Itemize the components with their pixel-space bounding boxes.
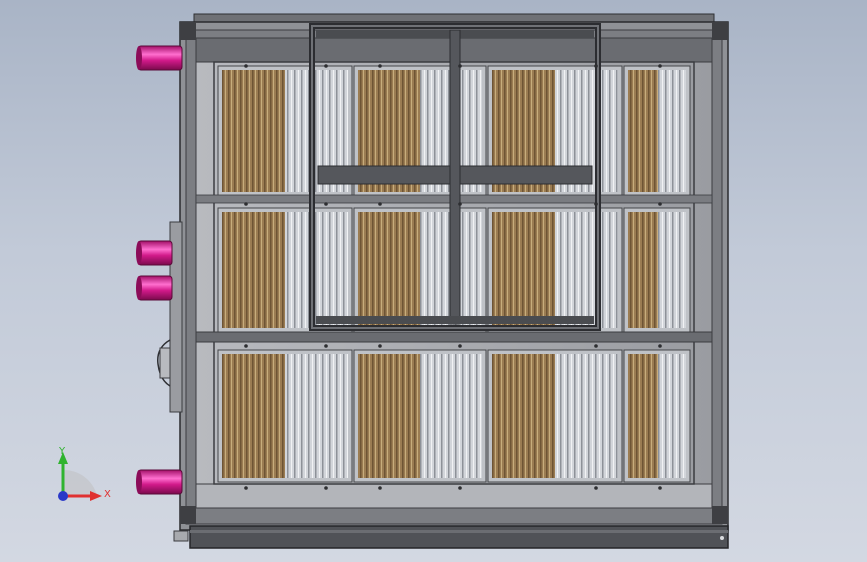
- rivet: [458, 202, 462, 206]
- coil-fins-aluminum: [658, 212, 686, 328]
- coil-fins-aluminum: [285, 212, 348, 328]
- coil-fins-copper: [222, 212, 285, 328]
- coil-section: [217, 349, 353, 483]
- rivet: [324, 344, 328, 348]
- rivet: [378, 202, 382, 206]
- rivet: [324, 64, 328, 68]
- rivet: [378, 344, 382, 348]
- coil-fins-aluminum: [555, 354, 618, 478]
- coil-section: [623, 207, 691, 333]
- rivet: [594, 64, 598, 68]
- rivet: [244, 202, 248, 206]
- coil-fins-copper: [628, 70, 658, 192]
- coil-section: [623, 349, 691, 483]
- coil-fins-aluminum: [420, 354, 482, 478]
- coordinate-triad: Y X: [58, 446, 111, 501]
- rivet: [244, 486, 248, 490]
- rivet: [458, 486, 462, 490]
- model-viewport[interactable]: Y X: [0, 0, 867, 562]
- coil-section: [353, 349, 487, 483]
- rivet: [594, 202, 598, 206]
- coil-fins-copper: [492, 354, 555, 478]
- y-axis-label: Y: [58, 446, 66, 457]
- rivet: [658, 64, 662, 68]
- coil-fins-copper: [222, 354, 285, 478]
- rivet: [244, 344, 248, 348]
- coil-section: [217, 207, 353, 333]
- coil-fins-aluminum: [658, 70, 686, 192]
- rivet: [378, 64, 382, 68]
- rivet: [594, 344, 598, 348]
- pipe-middle-lower[interactable]: [136, 275, 173, 301]
- z-axis-dot: [58, 491, 68, 501]
- coil-fins-copper: [628, 354, 658, 478]
- pipe-top[interactable]: [136, 45, 183, 71]
- coil-section: [623, 65, 691, 197]
- coil-section: [353, 207, 487, 333]
- pipe-middle-upper[interactable]: [136, 240, 173, 266]
- rivet: [324, 202, 328, 206]
- x-axis-label: X: [104, 489, 111, 500]
- coil-fins-aluminum: [555, 212, 618, 328]
- rivet: [658, 486, 662, 490]
- coil-fins-copper: [222, 70, 285, 192]
- rivet: [324, 486, 328, 490]
- coil-section: [487, 207, 623, 333]
- rivet: [458, 64, 462, 68]
- coil-fins-copper: [358, 212, 420, 328]
- coil-fins-copper: [492, 212, 555, 328]
- coil-fins-aluminum: [658, 354, 686, 478]
- rivet: [378, 486, 382, 490]
- rivet: [658, 202, 662, 206]
- rivet: [458, 344, 462, 348]
- pipe-bottom[interactable]: [136, 469, 183, 495]
- rivet: [658, 344, 662, 348]
- rivet: [594, 486, 598, 490]
- rivet: [244, 64, 248, 68]
- coil-fins-aluminum: [285, 354, 348, 478]
- coil-fins-copper: [358, 354, 420, 478]
- coil-fins-copper: [628, 212, 658, 328]
- base-skid: [173, 525, 729, 549]
- coil-section: [487, 349, 623, 483]
